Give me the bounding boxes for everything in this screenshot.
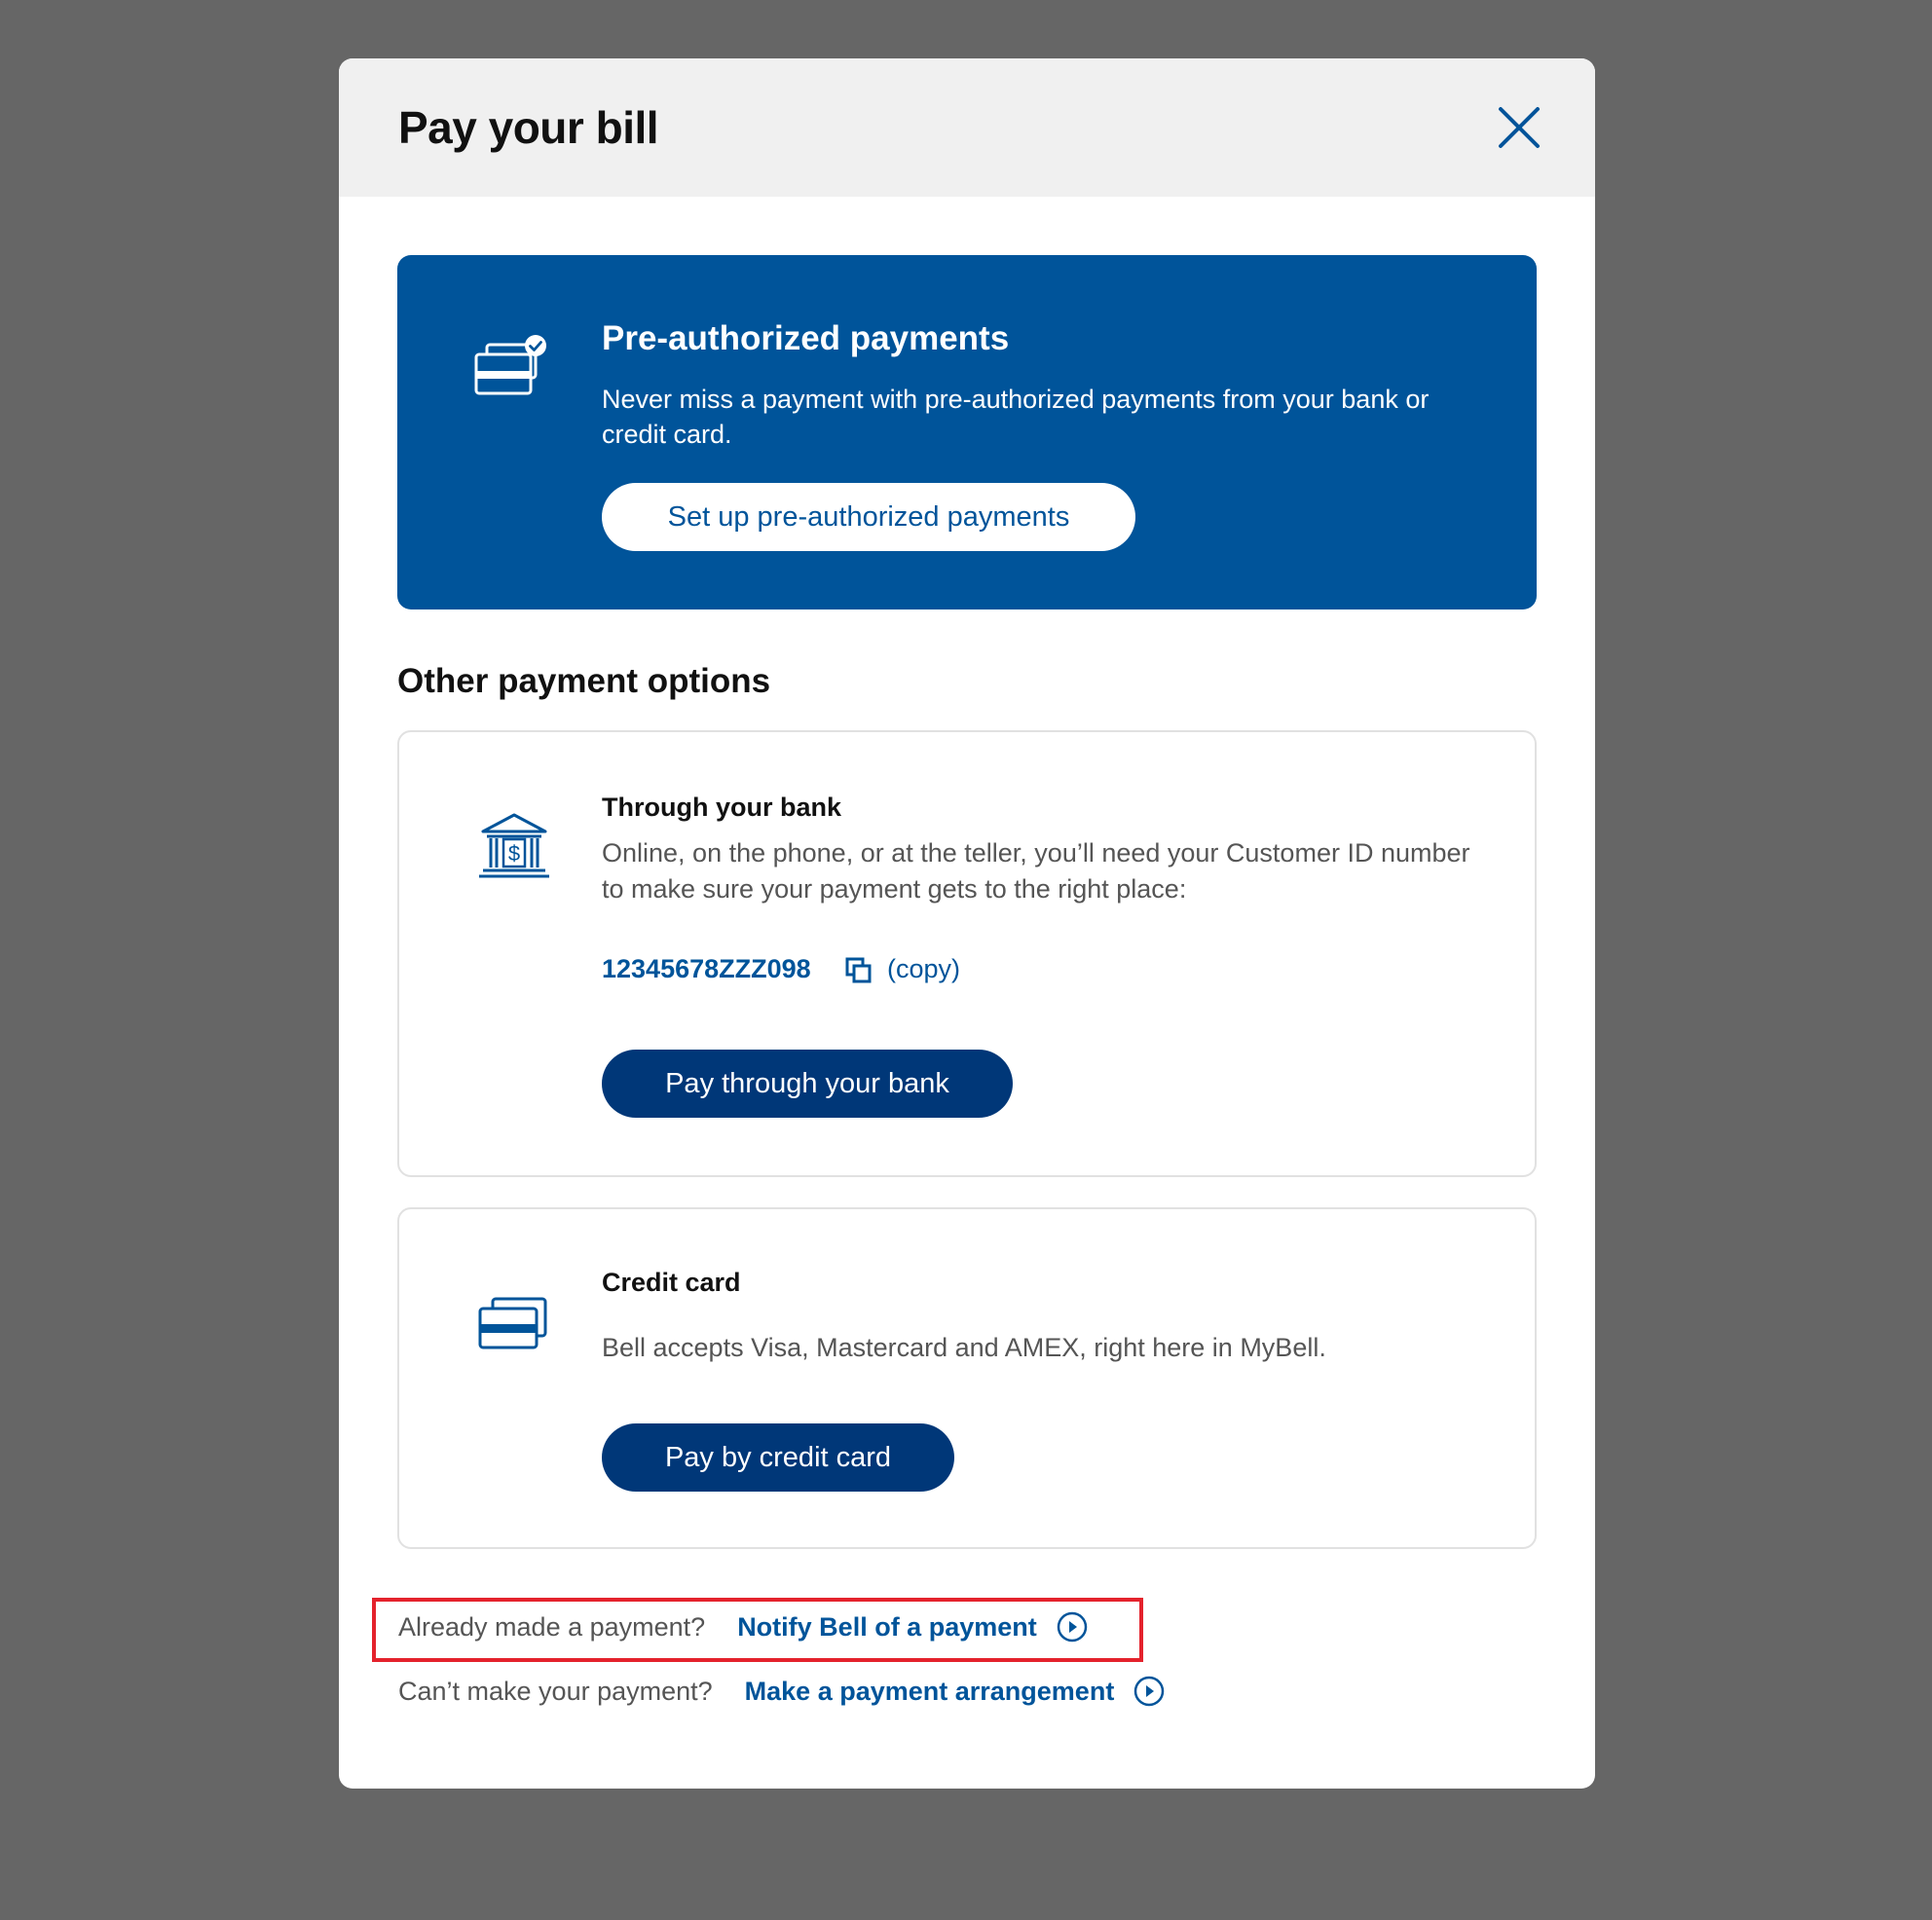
credit-card-check-icon <box>474 335 546 395</box>
payment-arrangement-row: Can’t make your payment? Make a payment … <box>398 1672 1165 1711</box>
pay-bill-modal: Pay your bill Pre-authorized payments Ne… <box>339 58 1595 1789</box>
circle-chevron-right-icon[interactable] <box>1133 1676 1165 1707</box>
bank-card-title: Through your bank <box>602 793 841 822</box>
credit-cards-icon <box>478 1297 547 1349</box>
modal-header: Pay your bill <box>339 58 1595 197</box>
copy-customer-id-link[interactable]: (copy) <box>887 954 960 984</box>
payment-arrangement-link[interactable]: Make a payment arrangement <box>745 1677 1115 1707</box>
pre-authorized-title: Pre-authorized payments <box>602 319 1010 357</box>
credit-card-title: Credit card <box>602 1268 741 1297</box>
credit-card-description: Bell accepts Visa, Mastercard and AMEX, … <box>602 1333 1326 1362</box>
close-icon <box>1499 107 1540 148</box>
pre-authorized-description: Never miss a payment with pre-authorized… <box>602 385 1430 449</box>
pay-by-credit-card-button[interactable]: Pay by credit card <box>602 1423 954 1492</box>
bank-payment-card: $ Through your bank Online, on the phone… <box>397 730 1537 1177</box>
bank-card-description: Online, on the phone, or at the teller, … <box>602 838 1470 904</box>
other-payment-options-heading: Other payment options <box>397 662 771 700</box>
bank-dollar-icon: $ <box>479 813 549 878</box>
svg-text:$: $ <box>508 841 520 866</box>
customer-id-number: 12345678ZZZ098 <box>602 954 811 983</box>
credit-card-payment-card: Credit card Bell accepts Visa, Mastercar… <box>397 1207 1537 1549</box>
pay-through-bank-button[interactable]: Pay through your bank <box>602 1050 1013 1118</box>
highlight-box <box>372 1598 1143 1662</box>
close-button[interactable] <box>1496 104 1542 151</box>
modal-title: Pay your bill <box>398 102 659 153</box>
arrangement-question: Can’t make your payment? <box>398 1676 713 1706</box>
set-up-pre-authorized-button[interactable]: Set up pre-authorized payments <box>602 483 1135 551</box>
copy-icon[interactable] <box>844 956 873 985</box>
pre-authorized-panel: Pre-authorized payments Never miss a pay… <box>397 255 1537 609</box>
